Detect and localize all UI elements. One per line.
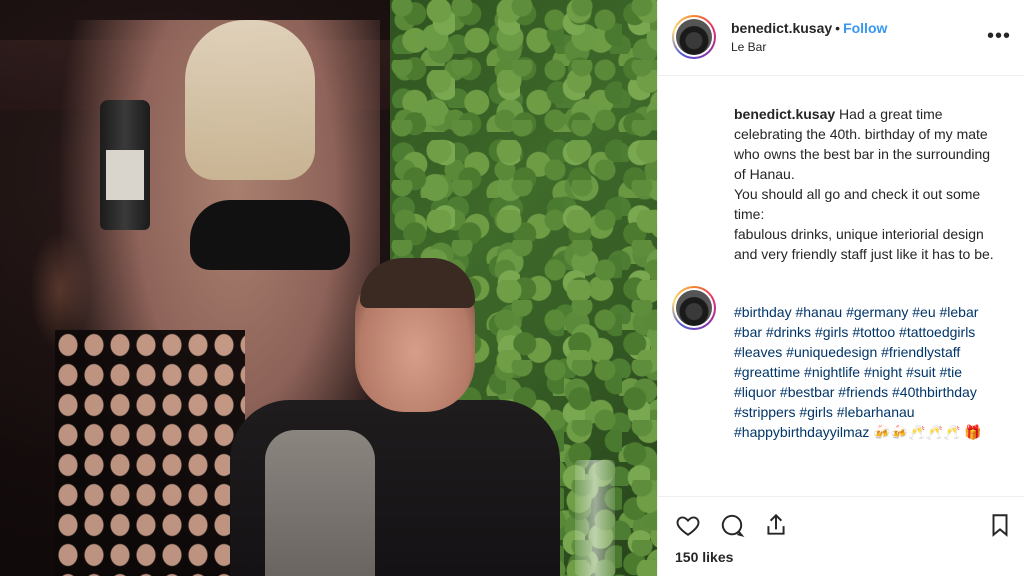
- photo-man-vest: [265, 430, 375, 576]
- hashtag-link[interactable]: #eu: [912, 304, 935, 320]
- follow-button[interactable]: Follow: [843, 20, 887, 36]
- caption-paragraph-2: You should all go and check it out some …: [734, 186, 981, 222]
- hashtag-link[interactable]: #germany: [846, 304, 908, 320]
- separator-dot: •: [835, 20, 841, 36]
- bookmark-icon[interactable]: [986, 511, 1014, 539]
- photo-glass: [575, 460, 615, 576]
- hashtag-link[interactable]: #tie: [940, 364, 963, 380]
- photo-woman-top: [190, 200, 350, 270]
- photo-bottle-label: [106, 150, 144, 200]
- hashtag-link[interactable]: #hanau: [795, 304, 842, 320]
- hashtag-link[interactable]: #night: [864, 364, 902, 380]
- hashtag-link[interactable]: #lebar: [940, 304, 979, 320]
- hashtag-list: #birthday #hanau #germany #eu #lebar #ba…: [734, 302, 1004, 442]
- hashtag-link[interactable]: #birthday: [734, 304, 792, 320]
- avatar-image: [676, 19, 712, 55]
- avatar[interactable]: [672, 15, 716, 59]
- hashtag-link[interactable]: #liquor: [734, 384, 776, 400]
- comment-avatar[interactable]: [672, 286, 716, 330]
- hashtag-link[interactable]: #leaves: [734, 344, 782, 360]
- more-label: •••: [986, 25, 1011, 47]
- hashtag-link[interactable]: #tattoedgirls: [899, 324, 975, 340]
- hashtag-link[interactable]: #girls: [815, 324, 848, 340]
- caption-paragraph-1: benedict.kusay Had a great time celebrat…: [734, 104, 1004, 184]
- hashtag-link[interactable]: #happybirthdayyilmaz: [734, 424, 869, 440]
- hashtag-link[interactable]: #greattime: [734, 364, 800, 380]
- hashtag-link[interactable]: #friends: [838, 384, 888, 400]
- heart-icon[interactable]: [674, 511, 702, 539]
- avatar-frame: [674, 17, 714, 57]
- hashtag-link[interactable]: #nightlife: [804, 364, 860, 380]
- header-name-line: benedict.kusay • Follow: [731, 20, 887, 36]
- hashtag-link[interactable]: #friendlystaff: [881, 344, 960, 360]
- post-side-panel: benedict.kusay • Follow Le Bar ••• benedic…: [657, 0, 1024, 576]
- share-icon[interactable]: [762, 511, 790, 539]
- hashtag-link[interactable]: #strippers: [734, 404, 795, 420]
- hashtag-link[interactable]: #drinks: [766, 324, 811, 340]
- username-link[interactable]: benedict.kusay: [731, 20, 832, 36]
- location-link[interactable]: Le Bar: [731, 40, 766, 54]
- hashtag-link[interactable]: #lebarhanau: [837, 404, 915, 420]
- caption-paragraph-3: fabulous drinks, unique interiorial desi…: [734, 226, 994, 262]
- caption: benedict.kusay Had a great time celebrat…: [734, 104, 1004, 264]
- photo-man-hair: [360, 258, 475, 308]
- hashtag-link[interactable]: #bestbar: [780, 384, 834, 400]
- hashtag-link[interactable]: #suit: [906, 364, 936, 380]
- emoji-text: 🍻🍻🥂🥂🥂 🎁: [873, 424, 982, 440]
- hashtag-link[interactable]: #girls: [799, 404, 832, 420]
- hashtag-link[interactable]: #40thbirthday: [892, 384, 977, 400]
- comment-icon[interactable]: [718, 511, 746, 539]
- more-icon[interactable]: •••: [987, 26, 1011, 46]
- photo-woman-stockings: [55, 330, 245, 576]
- post-photo[interactable]: [0, 0, 657, 576]
- post-header: benedict.kusay • Follow Le Bar •••: [658, 0, 1024, 76]
- likes-count[interactable]: 150 likes: [675, 549, 733, 565]
- hashtag-link[interactable]: #tottoo: [852, 324, 895, 340]
- caption-username[interactable]: benedict.kusay: [734, 106, 835, 122]
- hashtag-link[interactable]: #uniquedesign: [786, 344, 877, 360]
- photo-woman-hair: [185, 20, 315, 180]
- comment-avatar-image: [676, 290, 712, 326]
- action-bar: 150 likes: [658, 496, 1024, 576]
- comment-avatar-frame: [674, 288, 714, 328]
- hashtag-link[interactable]: #bar: [734, 324, 762, 340]
